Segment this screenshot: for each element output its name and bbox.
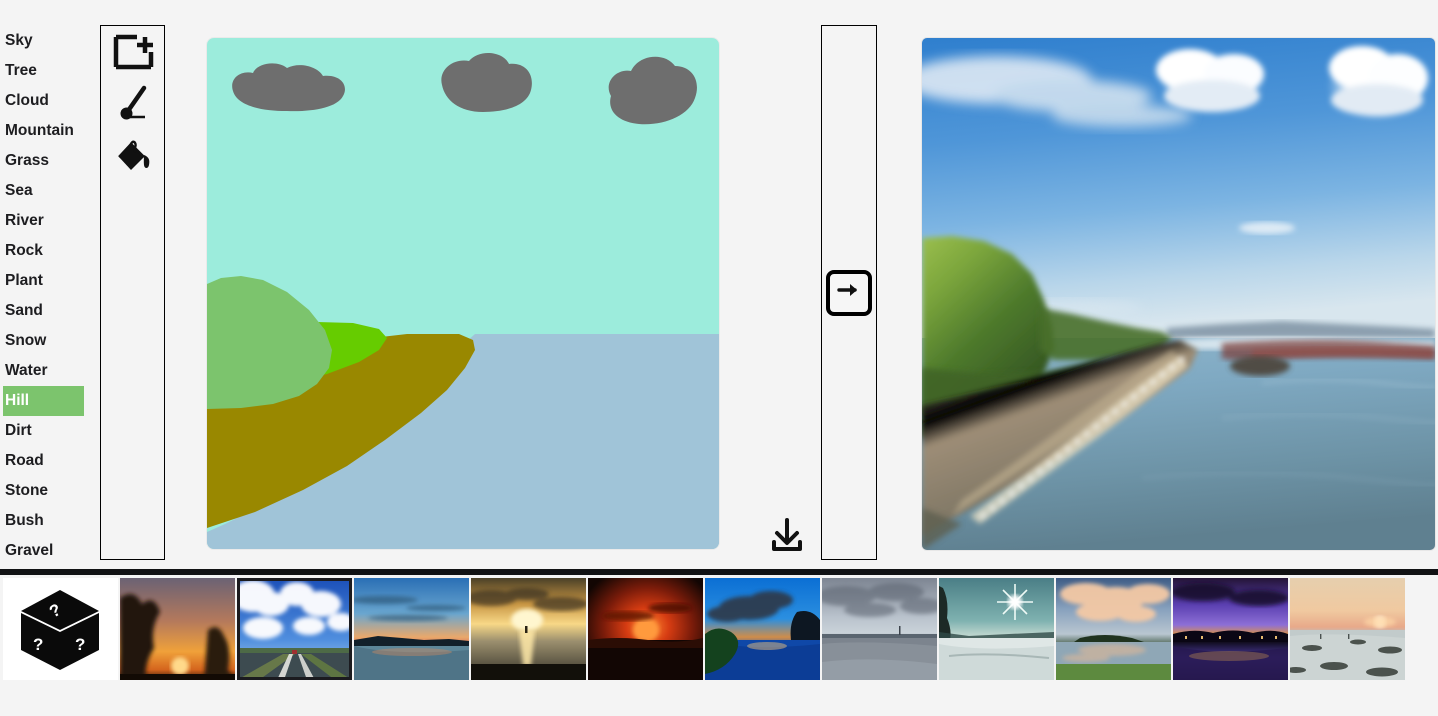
svg-text:?: ? xyxy=(33,635,43,654)
style-thumb-10[interactable] xyxy=(1173,578,1288,680)
random-style-button[interactable]: ??? xyxy=(3,578,118,680)
generated-output-image xyxy=(922,38,1435,550)
style-thumbnail-strip: ??? xyxy=(0,575,1438,716)
arrow-right-icon xyxy=(836,278,862,307)
label-item-mountain[interactable]: Mountain xyxy=(0,116,96,146)
label-item-road[interactable]: Road xyxy=(0,446,96,476)
generated-output-panel xyxy=(922,38,1435,550)
label-item-stone[interactable]: Stone xyxy=(0,476,96,506)
fill-bucket-tool-button[interactable] xyxy=(101,130,166,182)
label-item-rock[interactable]: Rock xyxy=(0,236,96,266)
brush-tool-button[interactable] xyxy=(101,78,166,130)
label-item-cloud[interactable]: Cloud xyxy=(0,86,96,116)
download-icon xyxy=(770,517,804,558)
label-item-snow[interactable]: Snow xyxy=(0,326,96,356)
generate-panel xyxy=(821,25,877,560)
label-item-grass[interactable]: Grass xyxy=(0,146,96,176)
add-shape-icon xyxy=(113,34,155,70)
label-item-river[interactable]: River xyxy=(0,206,96,236)
style-thumb-9[interactable] xyxy=(1056,578,1171,680)
label-item-sea[interactable]: Sea xyxy=(0,176,96,206)
fill-bucket-icon xyxy=(113,136,155,176)
style-thumb-3[interactable] xyxy=(354,578,469,680)
label-item-bush[interactable]: Bush xyxy=(0,506,96,536)
style-thumb-8[interactable] xyxy=(939,578,1054,680)
brush-icon xyxy=(116,84,152,124)
style-thumb-7[interactable] xyxy=(822,578,937,680)
label-item-sky[interactable]: Sky xyxy=(0,26,96,56)
label-item-water[interactable]: Water xyxy=(0,356,96,386)
label-item-hill[interactable]: Hill xyxy=(3,386,84,416)
canvas-sea-region-right xyxy=(475,334,719,549)
segmentation-label-sidebar: Sky Tree Cloud Mountain Grass Sea River Rock Pla… xyxy=(0,26,96,566)
label-item-plant[interactable]: Plant xyxy=(0,266,96,296)
segmentation-paint-canvas[interactable] xyxy=(207,38,719,549)
label-item-dirt[interactable]: Dirt xyxy=(0,416,96,446)
drawing-tool-palette xyxy=(100,25,165,560)
style-thumb-6[interactable] xyxy=(705,578,820,680)
style-thumb-2[interactable] xyxy=(237,578,352,680)
label-item-tree[interactable]: Tree xyxy=(0,56,96,86)
svg-text:?: ? xyxy=(75,635,85,654)
app-root: Sky Tree Cloud Mountain Grass Sea River Rock Pla… xyxy=(0,0,1438,716)
add-shape-tool-button[interactable] xyxy=(101,26,166,78)
style-thumb-11[interactable] xyxy=(1290,578,1405,680)
style-thumb-5[interactable] xyxy=(588,578,703,680)
style-thumb-4[interactable] xyxy=(471,578,586,680)
label-item-sand[interactable]: Sand xyxy=(0,296,96,326)
generate-button[interactable] xyxy=(826,269,872,316)
download-button[interactable] xyxy=(765,515,809,559)
paint-canvas-svg[interactable] xyxy=(207,38,719,549)
label-item-gravel[interactable]: Gravel xyxy=(0,536,96,566)
style-thumb-1[interactable] xyxy=(120,578,235,680)
